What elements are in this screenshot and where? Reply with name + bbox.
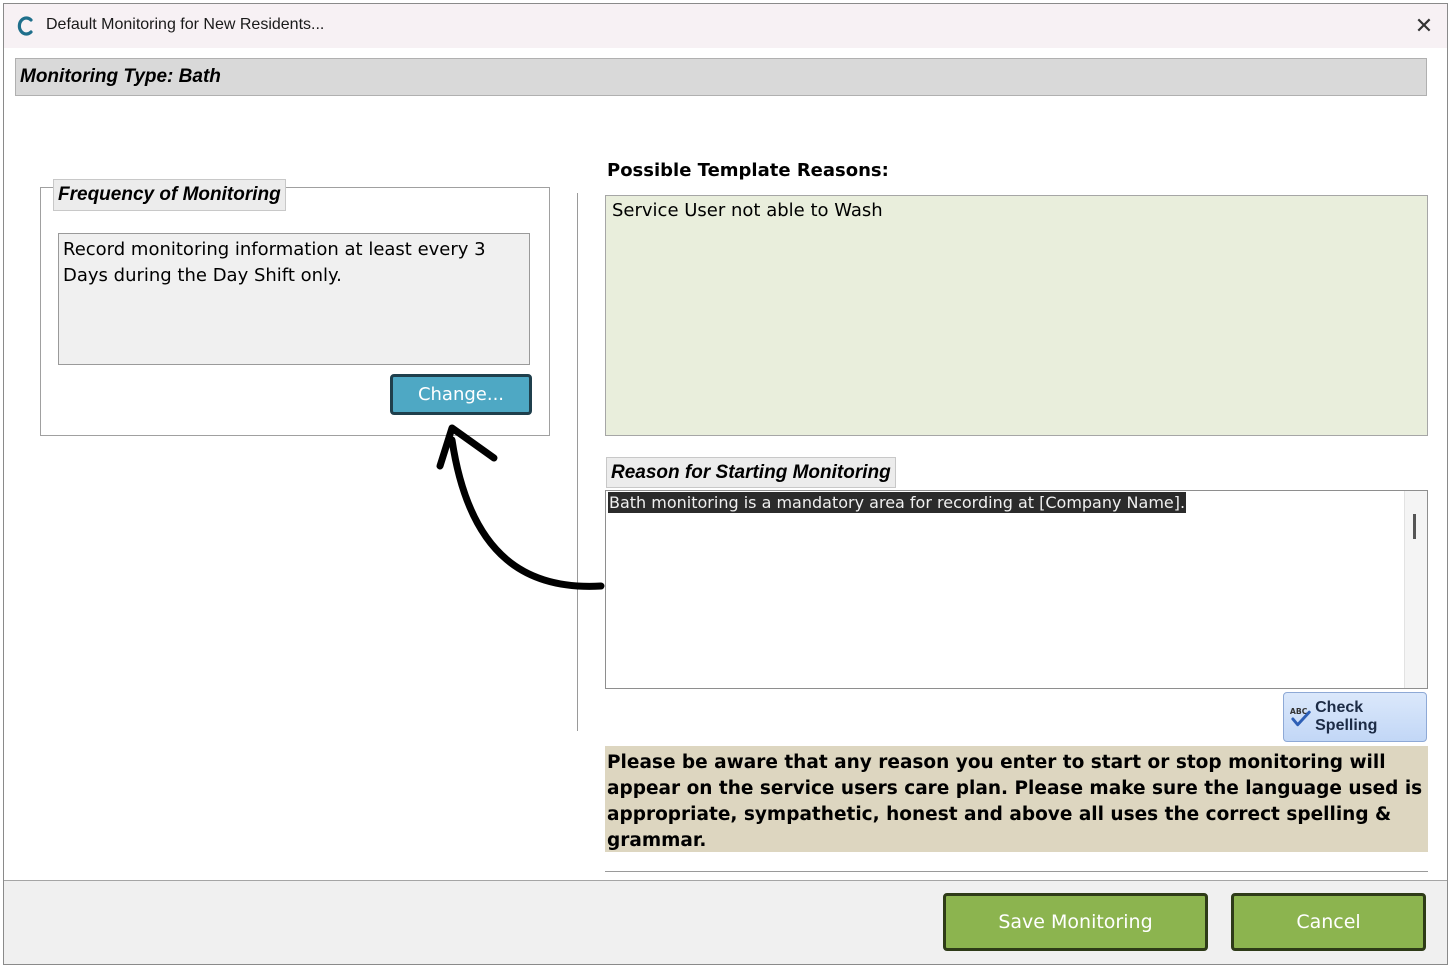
save-monitoring-button[interactable]: Save Monitoring [943,893,1208,951]
title-bar: Default Monitoring for New Residents... … [4,4,1447,48]
vertical-divider [577,193,578,731]
template-reasons-label: Possible Template Reasons: [607,160,889,181]
app-logo-icon [17,16,33,36]
reason-text[interactable]: Bath monitoring is a mandatory area for … [608,492,1187,513]
dialog-window: Default Monitoring for New Residents... … [3,3,1448,965]
window-title: Default Monitoring for New Residents... [46,16,325,33]
care-plan-notice: Please be aware that any reason you ente… [605,746,1428,852]
cancel-button[interactable]: Cancel [1231,893,1426,951]
close-button[interactable]: ✕ [1401,4,1447,48]
check-spelling-label: Check Spelling [1315,699,1378,734]
reason-scrollbar[interactable] [1404,491,1427,688]
frequency-text: Record monitoring information at least e… [58,233,530,365]
horizontal-divider [605,871,1428,872]
reason-legend: Reason for Starting Monitoring [606,457,896,488]
monitoring-type-label: Monitoring Type: Bath [20,66,221,87]
frequency-legend: Frequency of Monitoring [53,179,286,211]
check-spelling-button[interactable]: ABC Check Spelling [1283,692,1427,742]
reason-textarea[interactable]: Bath monitoring is a mandatory area for … [605,490,1428,689]
change-frequency-button[interactable]: Change... [390,374,532,415]
list-item[interactable]: Service User not able to Wash [612,200,883,221]
spellcheck-icon: ABC [1290,707,1311,727]
monitoring-type-header: Monitoring Type: Bath [15,58,1427,96]
template-reasons-list[interactable]: Service User not able to Wash [605,195,1428,436]
scroll-thumb[interactable] [1413,514,1416,539]
close-icon: ✕ [1414,13,1434,39]
